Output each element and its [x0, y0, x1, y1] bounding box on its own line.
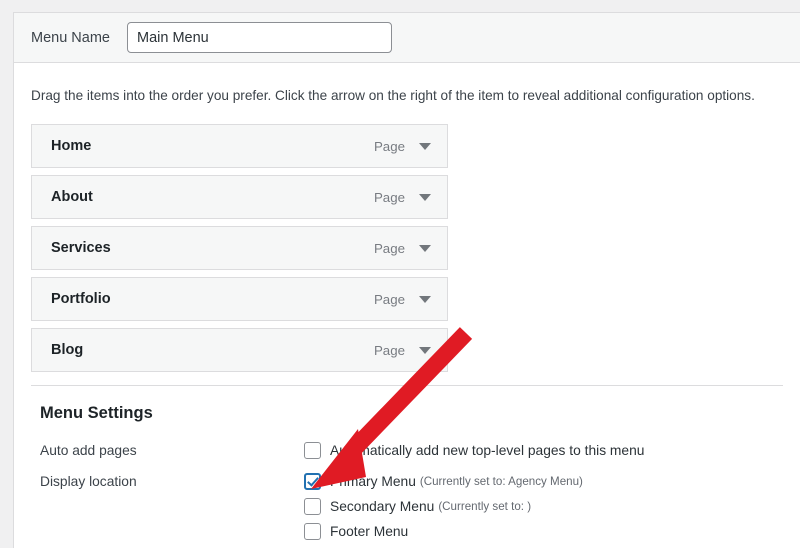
secondary-menu-label: Secondary Menu — [330, 499, 435, 515]
menu-item-type: Page — [373, 291, 405, 307]
display-location-row: Display location Primary Menu (Currently… — [31, 473, 783, 541]
auto-add-pages-checkbox-label: Automatically add new top-level pages to… — [330, 443, 645, 459]
panel-body: Drag the items into the order you prefer… — [14, 63, 800, 541]
primary-menu-note: (Currently set to: Agency Menu) — [419, 475, 583, 489]
menu-item-title: Portfolio — [51, 291, 111, 308]
menu-item-type: Page — [373, 342, 405, 358]
menu-item-row[interactable]: Services Page — [31, 226, 448, 271]
menu-item-row[interactable]: Blog Page — [31, 328, 448, 373]
menu-item-row[interactable]: About Page — [31, 175, 448, 220]
auto-add-pages-row: Auto add pages Automatically add new top… — [31, 442, 783, 460]
display-location-label: Display location — [40, 474, 137, 490]
chevron-down-icon[interactable] — [419, 193, 431, 201]
chevron-down-icon[interactable] — [419, 244, 431, 252]
menu-item-row[interactable]: Portfolio Page — [31, 277, 448, 322]
menu-settings-heading: Menu Settings — [40, 404, 153, 423]
footer-menu-label: Footer Menu — [330, 524, 409, 540]
display-location-option-footer[interactable]: Footer Menu — [304, 523, 783, 541]
drag-instructions: Drag the items into the order you prefer… — [31, 88, 755, 103]
auto-add-pages-label: Auto add pages — [40, 443, 137, 459]
secondary-menu-note: (Currently set to: ) — [438, 500, 532, 514]
menu-item-type: Page — [373, 189, 405, 205]
menu-editor-panel: Menu Name Drag the items into the order … — [13, 12, 800, 548]
chevron-down-icon[interactable] — [419, 295, 431, 303]
menu-item-type: Page — [373, 138, 405, 154]
auto-add-pages-checkbox-line[interactable]: Automatically add new top-level pages to… — [304, 442, 783, 460]
menu-item-title: About — [51, 189, 93, 206]
display-location-controls: Primary Menu (Currently set to: Agency M… — [304, 473, 783, 541]
menu-settings-section: Menu Settings Auto add pages Automatical… — [31, 385, 783, 541]
chevron-down-icon[interactable] — [419, 142, 431, 150]
menu-item-type: Page — [373, 240, 405, 256]
menu-items-list: Home Page About Page Services Page Portf… — [31, 124, 783, 373]
chevron-down-icon[interactable] — [419, 346, 431, 354]
menu-item-title: Services — [51, 240, 111, 257]
menu-name-label: Menu Name — [31, 29, 110, 46]
menu-name-header: Menu Name — [14, 13, 800, 63]
menu-item-row[interactable]: Home Page — [31, 124, 448, 169]
primary-menu-checkbox[interactable] — [304, 473, 321, 491]
secondary-menu-checkbox[interactable] — [304, 498, 321, 516]
auto-add-pages-checkbox[interactable] — [304, 442, 321, 460]
primary-menu-label: Primary Menu — [330, 474, 416, 490]
menu-item-title: Blog — [51, 342, 84, 359]
display-location-option-primary[interactable]: Primary Menu (Currently set to: Agency M… — [304, 473, 783, 491]
menu-item-title: Home — [51, 138, 92, 155]
footer-menu-checkbox[interactable] — [304, 523, 321, 541]
display-location-option-secondary[interactable]: Secondary Menu (Currently set to: ) — [304, 498, 783, 516]
menu-name-input[interactable] — [126, 22, 392, 53]
auto-add-pages-controls: Automatically add new top-level pages to… — [304, 442, 783, 460]
